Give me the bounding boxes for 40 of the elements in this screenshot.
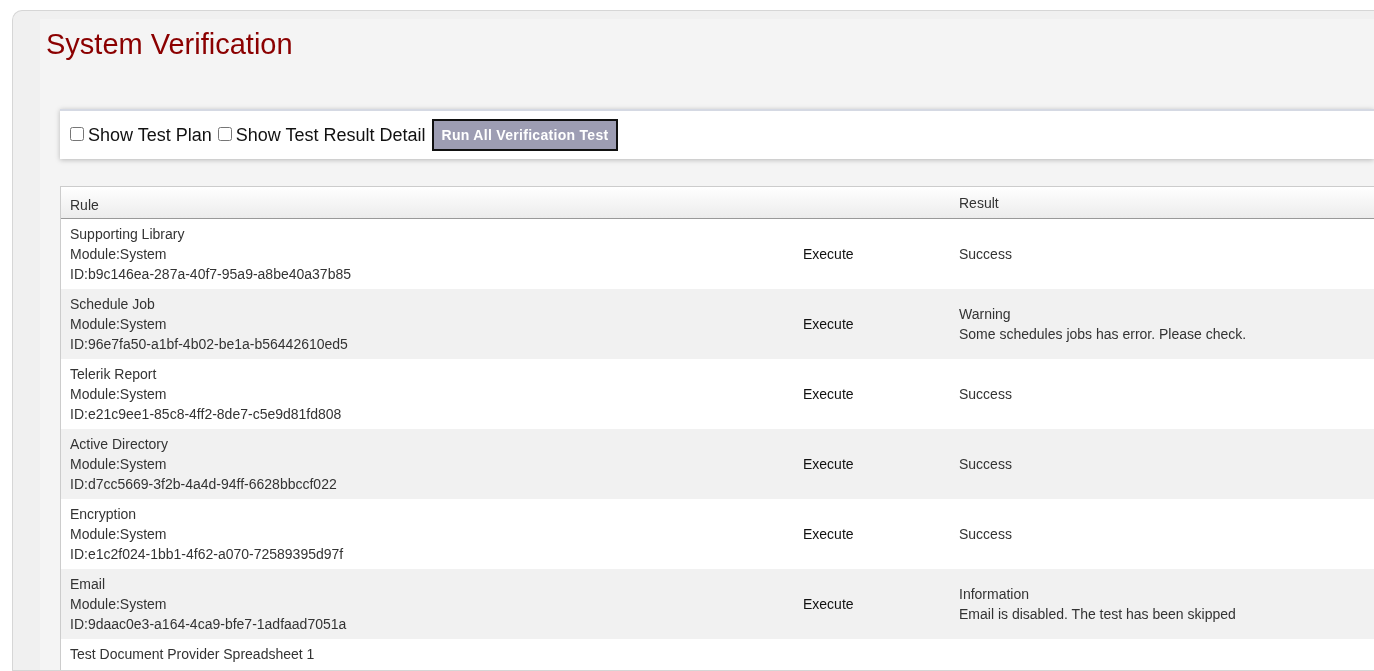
rule-module: Module:System bbox=[70, 525, 168, 544]
rule-name: Encryption bbox=[70, 505, 138, 524]
rule-id: ID:96e7fa50-a1bf-4b02-be1a-b56442610ed5 bbox=[70, 335, 349, 354]
rule-id: ID:b9c146ea-287a-40f7-95a9-a8be40a37b85 bbox=[70, 265, 352, 284]
execute-link[interactable]: Execute bbox=[803, 246, 854, 262]
rule-module: Module:System bbox=[70, 595, 168, 614]
rule-id: ID:9daac0e3-a164-4ca9-bfe7-1adfaad7051a bbox=[70, 615, 348, 634]
rule-name: Test Document Provider Spreadsheet 1 bbox=[70, 645, 316, 664]
execute-link[interactable]: Execute bbox=[803, 386, 854, 402]
result-status: Success bbox=[959, 525, 1013, 544]
checkbox-label[interactable]: Show Test Result Detail bbox=[235, 124, 426, 146]
result-status: Success bbox=[959, 385, 1013, 404]
checkbox-label[interactable]: Show Test Plan bbox=[88, 124, 212, 146]
rule-name: Telerik Report bbox=[70, 365, 158, 384]
rule-name: Supporting Library bbox=[70, 225, 186, 244]
rule-module: Module:System bbox=[70, 455, 168, 474]
rule-id: ID:e1c2f024-1bb1-4f62-a070-72589395d97f bbox=[70, 545, 345, 564]
column-header: Rule bbox=[70, 197, 99, 213]
result-message: Email is disabled. The test has been skipped bbox=[959, 605, 1237, 624]
rule-name: Email bbox=[70, 575, 106, 594]
rule-module: Module:System bbox=[70, 245, 168, 264]
rule-name: Schedule Job bbox=[70, 295, 156, 314]
checkbox[interactable] bbox=[70, 127, 84, 141]
rule-name: Active Directory bbox=[70, 435, 170, 454]
execute-link[interactable]: Execute bbox=[803, 596, 854, 612]
rule-id: ID:e21c9ee1-85c8-4ff2-8de7-c5e9d81fd808 bbox=[70, 405, 343, 424]
execute-link[interactable]: Execute bbox=[803, 316, 854, 332]
result-status: Success bbox=[959, 455, 1013, 474]
rule-module: Module:System bbox=[70, 315, 168, 334]
execute-link[interactable]: Execute bbox=[803, 526, 854, 542]
checkbox[interactable] bbox=[217, 127, 232, 141]
result-status: Warning bbox=[959, 305, 1012, 324]
result-message: Some schedules jobs has error. Please check. bbox=[959, 325, 1248, 344]
execute-link[interactable]: Execute bbox=[803, 456, 854, 472]
page-title: System Verification bbox=[46, 27, 294, 62]
result-status: Success bbox=[959, 245, 1013, 264]
result-status: Information bbox=[959, 585, 1031, 604]
rule-id: ID:d7cc5669-3f2b-4a4d-94ff-6628bbccf022 bbox=[70, 475, 338, 494]
rule-module: Module:System bbox=[70, 385, 168, 404]
column-header: Result bbox=[959, 194, 999, 211]
